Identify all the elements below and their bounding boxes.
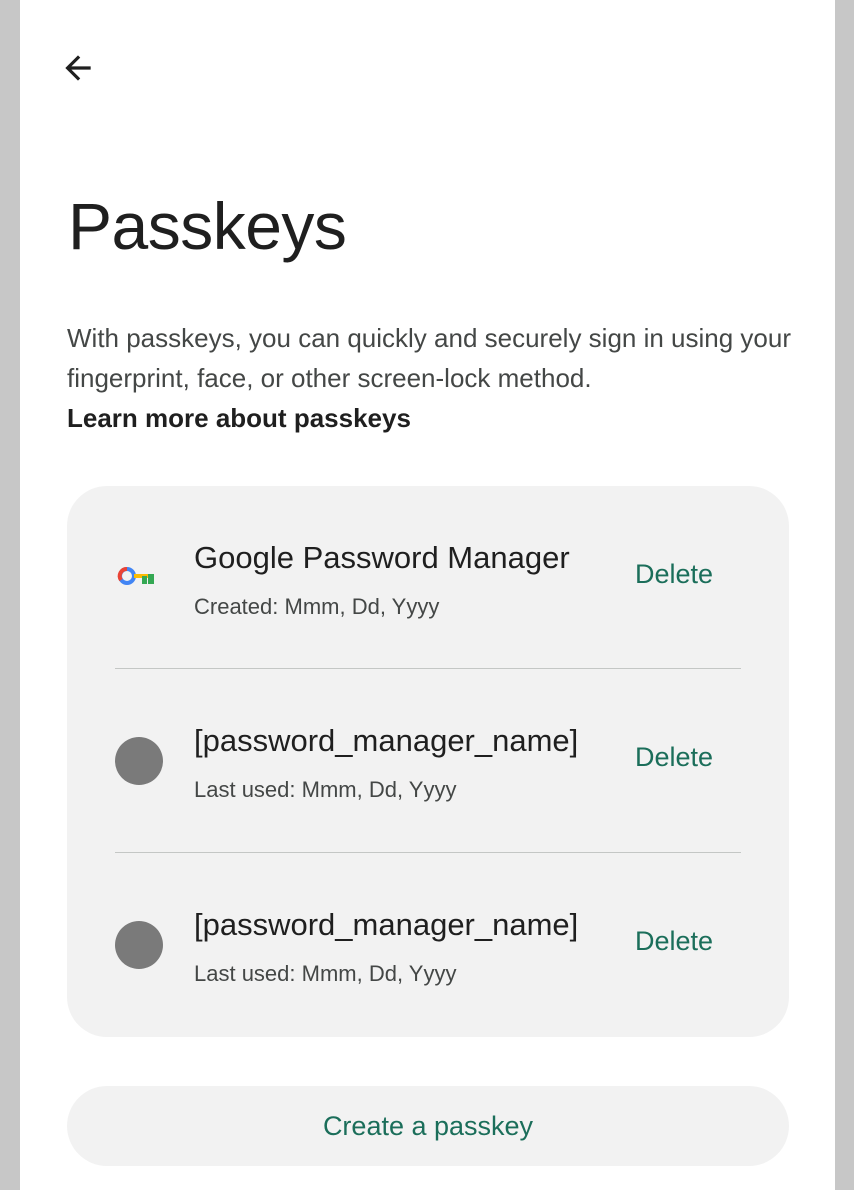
placeholder-circle-icon (115, 737, 163, 785)
passkey-row-google-password-manager[interactable]: Google Password Manager Created: Mmm, Dd… (67, 486, 789, 646)
create-passkey-button[interactable]: Create a passkey (67, 1086, 789, 1166)
passkeys-screen: Passkeys With passkeys, you can quickly … (20, 0, 835, 1190)
passkey-last-used-date: Last used: Mmm, Dd, Yyyy (194, 777, 457, 802)
passkey-row-password-manager[interactable]: [password_manager_name] Last used: Mmm, … (67, 853, 789, 1013)
passkey-provider-name: [password_manager_name] (194, 907, 579, 942)
passkey-last-used-date: Last used: Mmm, Dd, Yyyy (194, 961, 457, 986)
passkey-provider-name: [password_manager_name] (194, 723, 579, 758)
arrow-left-icon (65, 55, 91, 81)
passkeys-description: With passkeys, you can quickly and secur… (67, 323, 792, 393)
page-title: Passkeys (68, 189, 347, 263)
passkey-list-card: Google Password Manager Created: Mmm, Dd… (67, 486, 789, 1037)
google-password-manager-key-icon (115, 552, 163, 600)
passkey-row-password-manager[interactable]: [password_manager_name] Last used: Mmm, … (67, 669, 789, 829)
back-button[interactable] (56, 46, 100, 90)
delete-passkey-button[interactable]: Delete (635, 742, 713, 773)
learn-more-link[interactable]: Learn more about passkeys (67, 398, 411, 438)
placeholder-circle-icon (115, 921, 163, 969)
delete-passkey-button[interactable]: Delete (635, 926, 713, 957)
delete-passkey-button[interactable]: Delete (635, 559, 713, 590)
passkey-created-date: Created: Mmm, Dd, Yyyy (194, 594, 440, 619)
passkey-provider-name: Google Password Manager (194, 540, 570, 575)
